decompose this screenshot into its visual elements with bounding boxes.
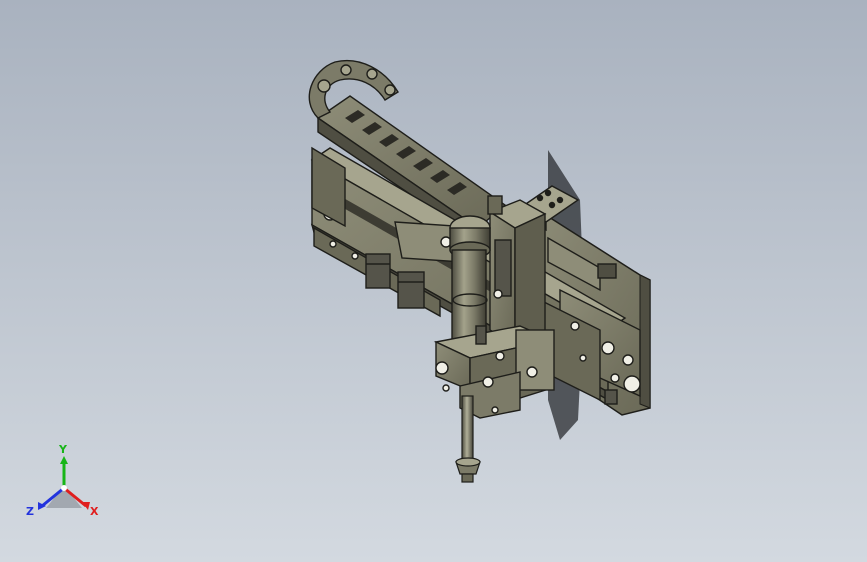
vertical-slide-module — [487, 195, 547, 347]
x-axis-arrowhead — [82, 502, 90, 510]
z-axis-label: Z — [26, 505, 34, 518]
x-axis-label: X — [90, 505, 99, 518]
graphics-viewport[interactable]: Y X Z — [0, 0, 867, 562]
y-axis-label: Y — [59, 443, 67, 456]
triad-origin — [61, 485, 67, 491]
clamp-block — [433, 325, 555, 419]
y-axis-arrowhead — [60, 456, 68, 464]
cad-model-3d[interactable] — [0, 0, 867, 562]
coordinate-triad: Y X Z — [24, 444, 104, 524]
